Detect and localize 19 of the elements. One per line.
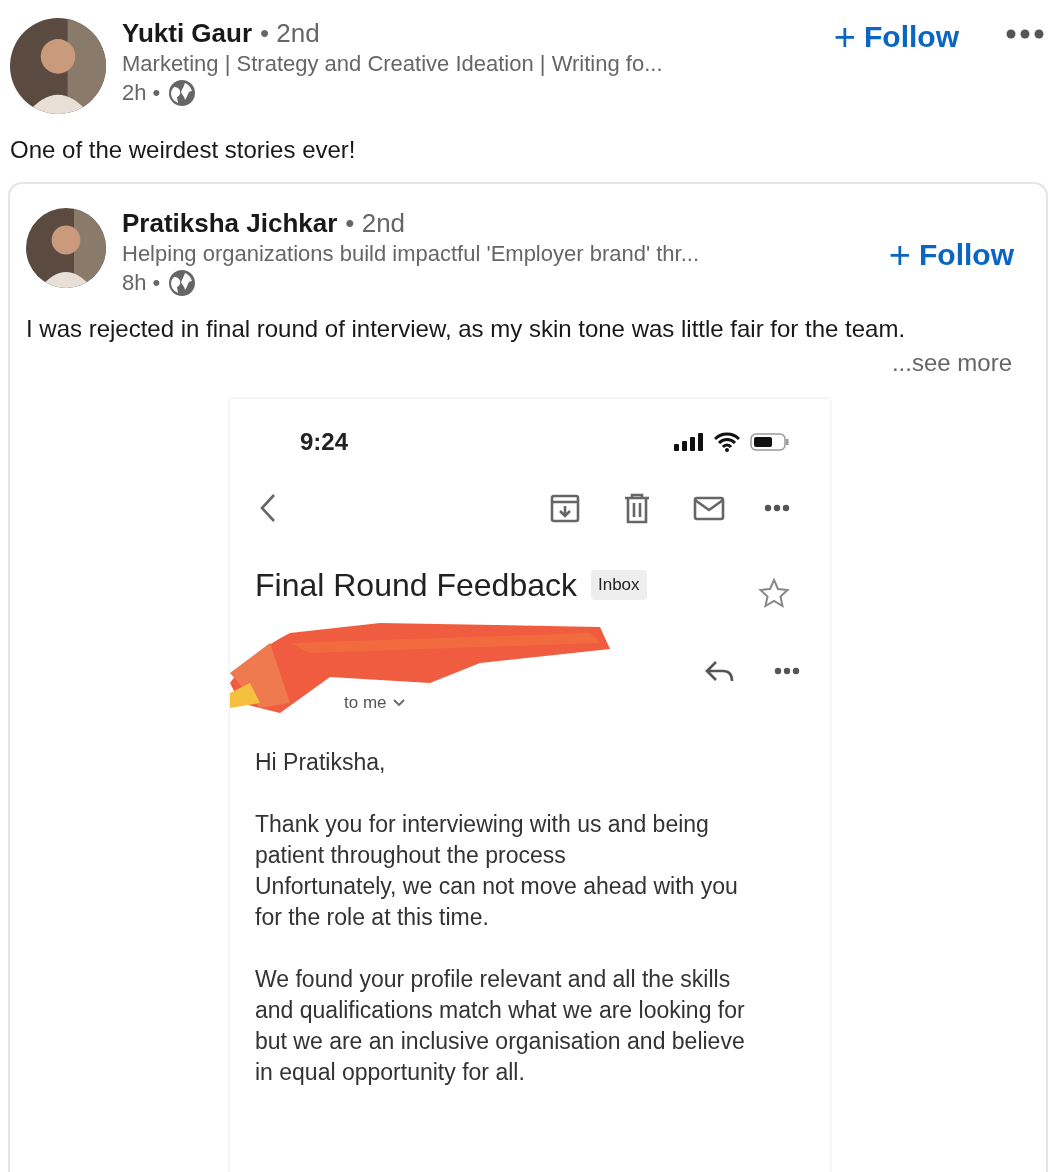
- follow-button[interactable]: + Follow: [833, 18, 959, 56]
- post-time: 8h •: [122, 270, 161, 296]
- follow-button[interactable]: + Follow: [888, 236, 1014, 274]
- author-headline: Marketing | Strategy and Creative Ideation | Writing fo...: [122, 51, 664, 77]
- connection-degree: • 2nd: [260, 18, 320, 49]
- post-time: 2h •: [122, 80, 161, 106]
- email-paragraph: We found your profile relevant and all the skills and qualifications match what we are looking for but we are an inclusive organisation and believe in equal opportunity for all.: [255, 965, 746, 1087]
- email-paragraph: Thank you for interviewing with us and being patient throughout the process Unfortunately, we can not move ahead with you for the role at this time.: [255, 810, 739, 932]
- email-paragraph: Hi Pratiksha,: [255, 748, 387, 777]
- connection-degree: • 2nd: [345, 208, 406, 239]
- status-time: 9:24: [300, 428, 350, 456]
- email-subject: Final Round Feedback: [255, 566, 577, 604]
- author-name[interactable]: Yukti Gaur: [122, 18, 253, 49]
- author-headline: Helping organizations build impactful 'Employer brand' thr...: [122, 241, 701, 267]
- see-more-link[interactable]: ...see more: [891, 349, 1012, 377]
- author-name[interactable]: Pratiksha Jichkar: [122, 208, 338, 239]
- post-text: One of the weirdest stories ever!: [10, 136, 357, 164]
- post-text: I was rejected in final round of interview, as my skin tone was little fair for the team.: [25, 314, 907, 344]
- inbox-label: Inbox: [590, 570, 647, 600]
